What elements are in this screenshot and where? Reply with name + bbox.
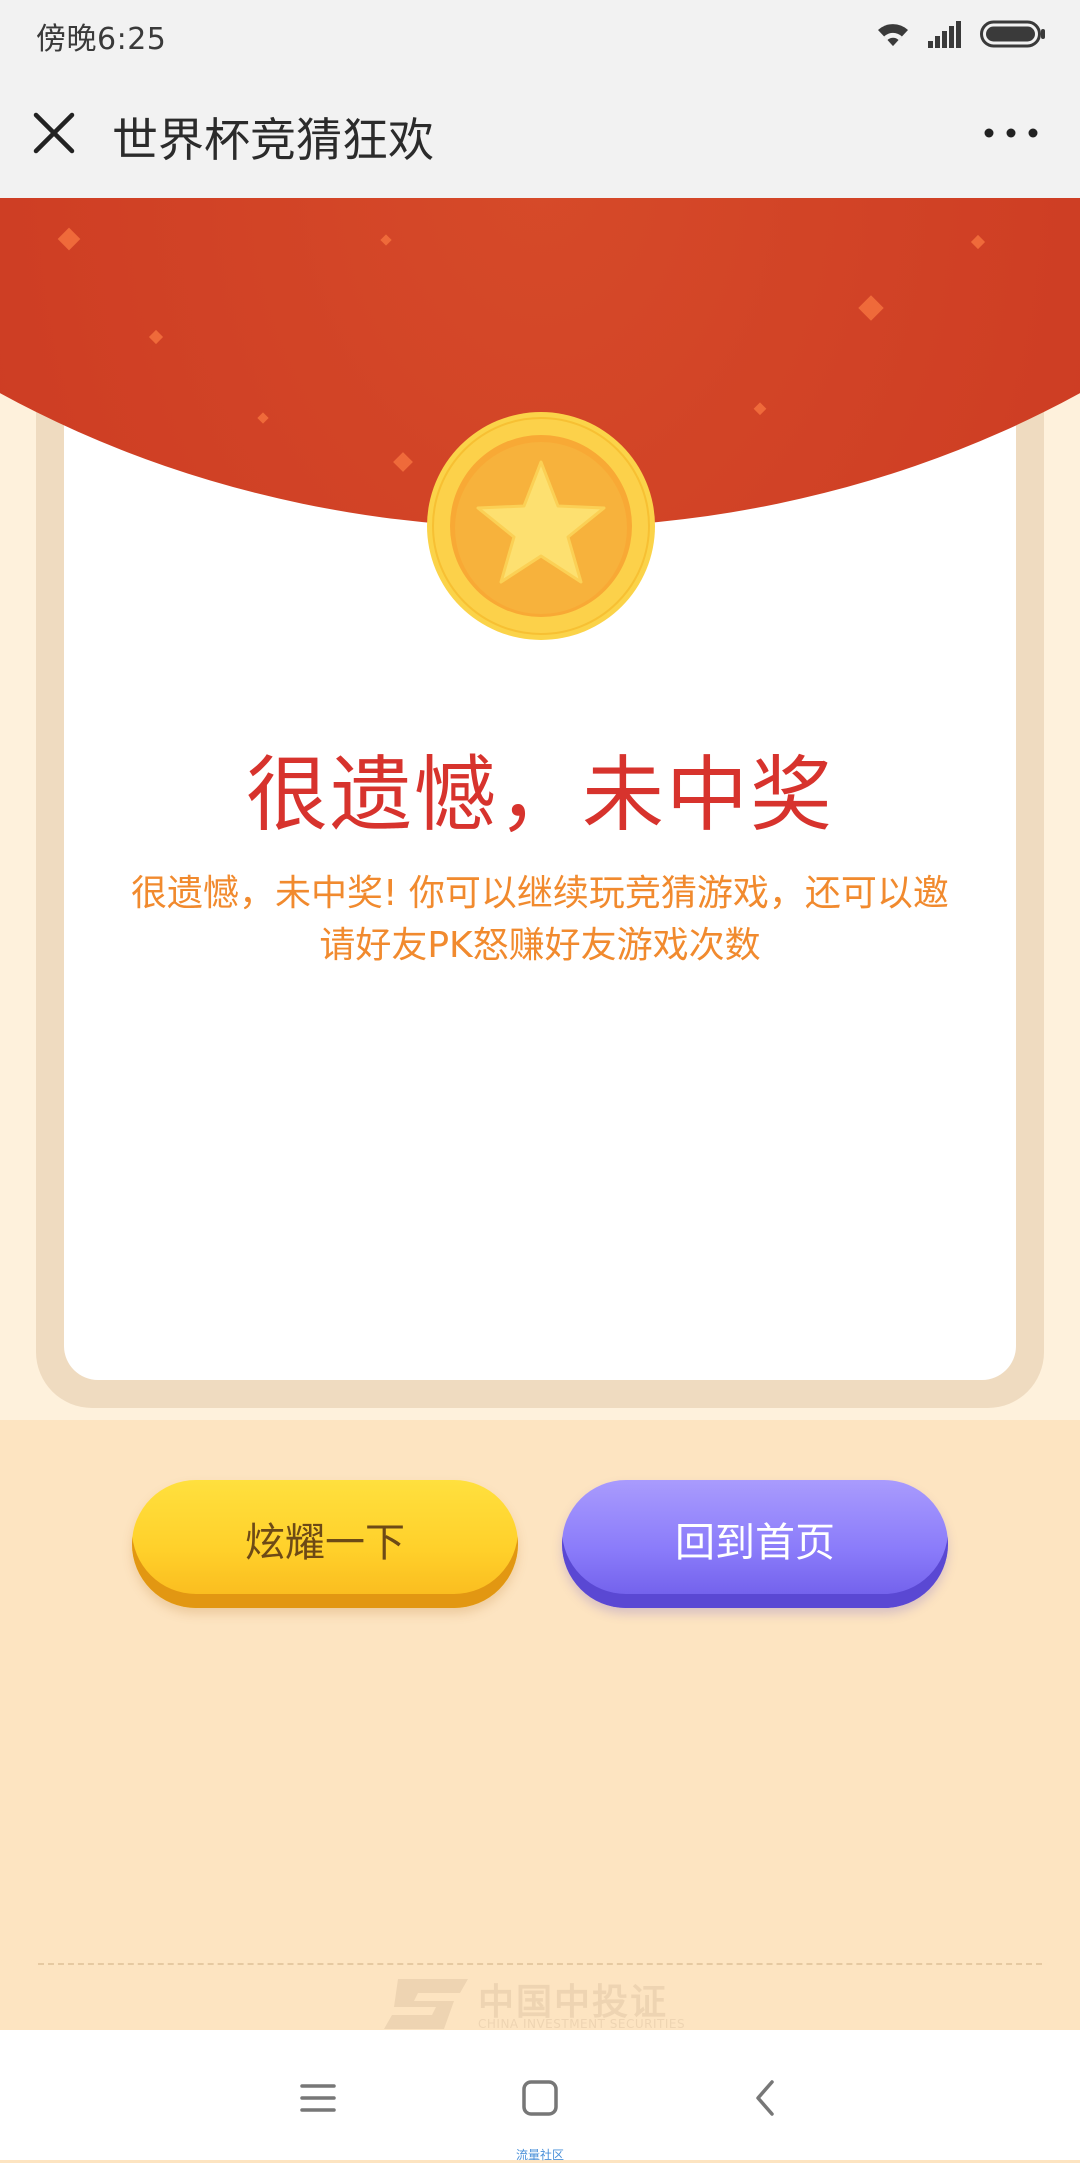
battery-icon — [980, 20, 1045, 48]
status-bar: 傍晚6:25 — [0, 0, 1080, 68]
close-button[interactable] — [24, 103, 84, 163]
brand-mark-icon — [384, 1979, 468, 2029]
back-to-home-button[interactable]: 回到首页 — [562, 1480, 948, 1608]
more-dots-icon — [984, 128, 1038, 138]
wifi-icon — [878, 24, 908, 46]
star-coin-icon — [425, 410, 657, 642]
footer-divider — [38, 1963, 1042, 1965]
status-icons — [874, 18, 1046, 50]
back-button[interactable] — [736, 2068, 796, 2128]
back-icon — [756, 2080, 774, 2116]
home-button[interactable] — [510, 2068, 570, 2128]
result-description: 很遗憾，未中奖! 你可以继续玩竞猜游戏，还可以邀请好友PK怒赚好友游戏次数 — [131, 873, 949, 966]
result-title: 很遗憾，未中奖 — [245, 748, 834, 843]
page-title: 世界杯竞猜狂欢 — [112, 113, 434, 167]
signal-icon — [928, 21, 961, 48]
close-icon — [33, 112, 75, 154]
menu-button[interactable] — [288, 2068, 348, 2128]
watermark-text: 流量社区 — [515, 2148, 564, 2162]
title-bar: 世界杯竞猜狂欢 — [0, 68, 1080, 198]
share-button[interactable]: 炫耀一下 — [132, 1480, 518, 1608]
result-page: 很遗憾，未中奖 很遗憾，未中奖! 你可以继续玩竞猜游戏，还可以邀请好友PK怒赚好… — [0, 198, 1080, 2030]
brand-name-en: CHINA INVESTMENT SECURITIES — [478, 2017, 686, 2030]
more-button[interactable] — [976, 108, 1046, 158]
status-time: 傍晚6:25 — [36, 22, 167, 57]
home-icon — [522, 2080, 558, 2116]
system-nav-bar: 流量社区 — [0, 2030, 1080, 2162]
menu-icon — [300, 2084, 336, 2112]
brand-logo: 中国中投证券 CHINA INVESTMENT SECURITIES — [384, 1977, 704, 2030]
